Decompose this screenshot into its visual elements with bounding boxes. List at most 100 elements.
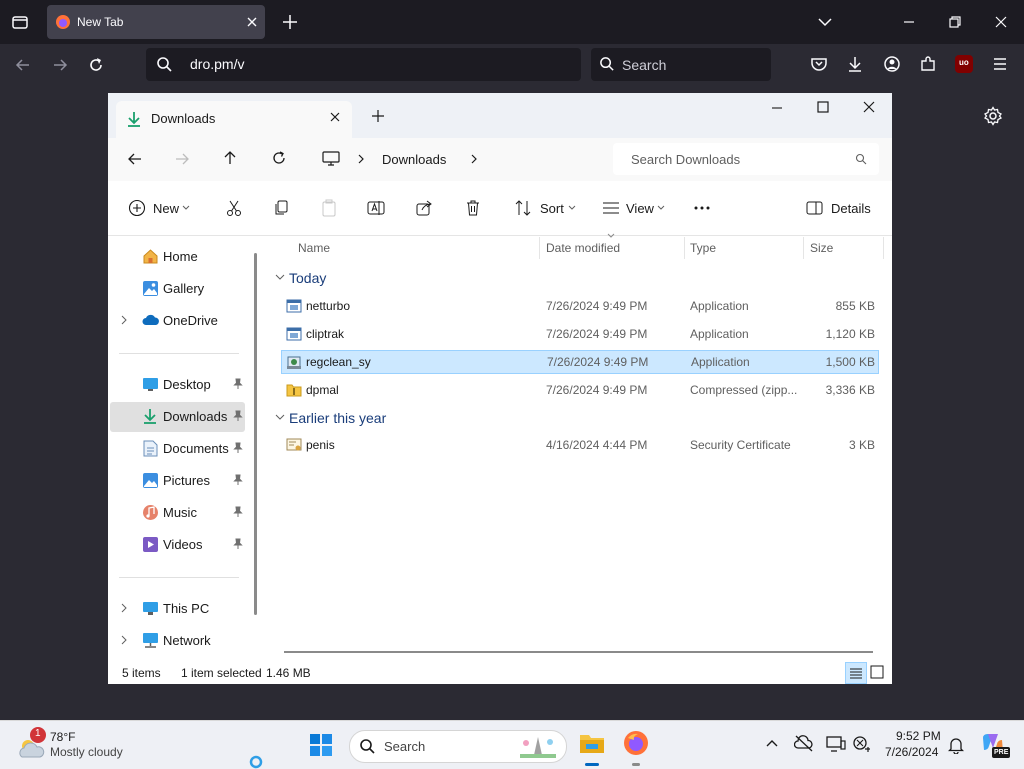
new-tab-icon[interactable] [371, 109, 385, 123]
view-button[interactable]: View [602, 199, 668, 219]
column-separator[interactable] [883, 237, 884, 259]
nav-item-onedrive[interactable]: OneDrive [110, 306, 245, 336]
network-status-icon[interactable] [852, 735, 872, 753]
delete-icon[interactable] [464, 199, 482, 217]
minimize-icon[interactable] [770, 101, 784, 115]
group-collapse-icon[interactable] [275, 413, 285, 421]
show-hidden-icons-icon[interactable] [765, 738, 779, 748]
restore-icon[interactable] [947, 14, 963, 30]
new-button[interactable]: New [128, 199, 193, 219]
url-bar[interactable]: dro.pm/v [146, 48, 581, 81]
column-header-type[interactable]: Type [690, 241, 716, 255]
nav-item-gallery[interactable]: Gallery [110, 274, 245, 304]
pin-icon[interactable] [233, 474, 243, 486]
pin-icon[interactable] [233, 538, 243, 550]
close-window-icon[interactable] [862, 100, 876, 114]
nav-item-music[interactable]: Music [110, 498, 245, 528]
firefox-taskbar-icon[interactable] [623, 730, 649, 756]
tiles-view-icon[interactable] [870, 665, 884, 679]
ublock-icon[interactable]: uo [955, 55, 973, 73]
new-tab-icon[interactable] [281, 13, 299, 31]
column-header-date[interactable]: Date modified [546, 241, 620, 255]
column-header-name[interactable]: Name [298, 241, 330, 255]
column-separator[interactable] [803, 237, 804, 259]
share-icon[interactable] [415, 199, 433, 217]
back-icon[interactable] [127, 151, 143, 167]
forward-icon[interactable] [51, 56, 69, 74]
chevron-right-icon[interactable] [120, 603, 128, 613]
nav-item-this-pc[interactable]: This PC [110, 594, 245, 624]
pin-icon[interactable] [233, 378, 243, 390]
forward-icon[interactable] [174, 151, 190, 167]
copy-icon[interactable] [272, 199, 290, 217]
details-view-toggle[interactable] [845, 662, 867, 684]
address-bar[interactable]: Downloads [312, 143, 608, 175]
close-tab-icon[interactable] [245, 15, 259, 29]
group-header-today[interactable]: Today [289, 270, 326, 286]
nav-item-home[interactable]: Home [110, 242, 245, 272]
paste-icon[interactable] [320, 199, 338, 217]
up-arrow-icon[interactable] [222, 150, 238, 166]
pocket-icon[interactable] [810, 55, 828, 73]
explorer-tab-downloads[interactable]: Downloads [116, 101, 352, 138]
nav-item-documents[interactable]: Documents [110, 434, 245, 464]
nav-item-pictures[interactable]: Pictures [110, 466, 245, 496]
pin-icon[interactable] [233, 410, 243, 422]
weather-widget[interactable]: 1 78°F Mostly cloudy [16, 727, 146, 763]
file-row[interactable]: cliptrak 7/26/2024 9:49 PM Application 1… [282, 323, 879, 345]
close-tab-icon[interactable] [328, 110, 342, 124]
back-icon[interactable] [14, 56, 32, 74]
breadcrumb-downloads[interactable]: Downloads [382, 152, 446, 167]
column-header-size[interactable]: Size [810, 241, 833, 255]
list-all-tabs-icon[interactable] [817, 14, 833, 30]
maximize-icon[interactable] [816, 100, 830, 114]
cut-icon[interactable] [225, 199, 243, 217]
browser-search-bar[interactable]: Search [591, 48, 771, 81]
nav-item-desktop[interactable]: Desktop [110, 370, 245, 400]
nav-item-network[interactable]: Network [110, 626, 245, 656]
details-button[interactable]: Details [806, 199, 876, 219]
settings-gear-icon[interactable] [983, 106, 1003, 126]
column-separator[interactable] [539, 237, 540, 259]
chevron-right-icon[interactable] [120, 635, 128, 645]
pin-icon[interactable] [233, 506, 243, 518]
downloads-icon[interactable] [846, 55, 864, 73]
browser-tab-new-tab[interactable]: New Tab [47, 5, 265, 39]
close-window-icon[interactable] [993, 14, 1009, 30]
nav-item-downloads[interactable]: Downloads [110, 402, 245, 432]
windows-start-icon[interactable] [309, 733, 333, 757]
account-icon[interactable] [883, 55, 901, 73]
file-name: cliptrak [306, 327, 345, 341]
tab-list-icon[interactable] [10, 12, 30, 32]
app-menu-icon[interactable] [991, 55, 1009, 73]
chevron-right-icon[interactable] [120, 315, 128, 325]
clock-time[interactable]: 9:52 PM [896, 729, 941, 743]
display-icon[interactable] [826, 735, 846, 753]
notification-bell-icon[interactable] [948, 736, 964, 754]
clock-date[interactable]: 7/26/2024 [885, 745, 938, 759]
file-row[interactable]: dpmal 7/26/2024 9:49 PM Compressed (zipp… [282, 379, 879, 401]
rename-icon[interactable] [367, 199, 385, 217]
horizontal-scrollbar[interactable] [284, 651, 873, 653]
file-explorer-taskbar-icon[interactable] [579, 730, 605, 756]
pin-icon[interactable] [233, 442, 243, 454]
group-collapse-icon[interactable] [275, 273, 285, 281]
search-downloads-input[interactable]: Search Downloads [613, 143, 879, 175]
refresh-icon[interactable] [271, 150, 287, 166]
onedrive-offline-icon[interactable] [794, 734, 814, 752]
copilot-icon[interactable]: PRE [980, 732, 1011, 758]
file-row[interactable]: netturbo 7/26/2024 9:49 PM Application 8… [282, 295, 879, 317]
group-header-earlier[interactable]: Earlier this year [289, 410, 386, 426]
file-row[interactable]: penis 4/16/2024 4:44 PM Security Certifi… [282, 434, 879, 456]
taskbar-search-box[interactable]: Search [349, 730, 567, 763]
extensions-icon[interactable] [919, 55, 937, 73]
chevron-right-icon[interactable] [469, 153, 479, 165]
minimize-icon[interactable] [901, 14, 917, 30]
reload-icon[interactable] [87, 56, 105, 74]
sort-button[interactable]: Sort [514, 199, 576, 219]
more-options-icon[interactable] [693, 201, 711, 215]
nav-item-videos[interactable]: Videos [110, 530, 245, 560]
column-separator[interactable] [684, 237, 685, 259]
file-row-selected[interactable]: regclean_sy 7/26/2024 9:49 PM Applicatio… [281, 350, 879, 374]
nav-pane-scrollbar[interactable] [254, 253, 257, 615]
